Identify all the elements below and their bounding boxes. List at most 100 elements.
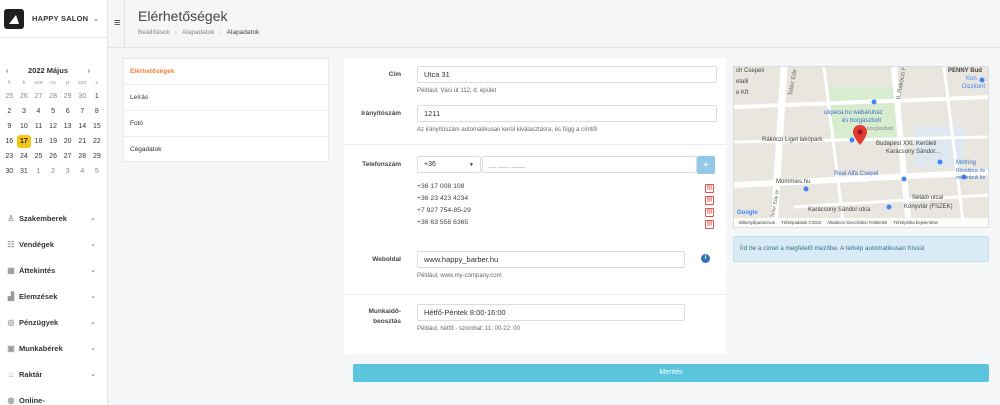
nav-item[interactable]: ◍ Online- [0,387,107,405]
chart-icon: ▟ [7,291,15,301]
calendar-day[interactable]: 7 [75,105,90,118]
calendar-day[interactable]: 9 [2,120,17,133]
calendar-day[interactable]: 5 [90,165,105,178]
calendar-day[interactable]: 29 [90,150,105,163]
calendar-day[interactable]: 6 [60,105,75,118]
hours-label-line1: Munkaidő- [368,308,402,315]
breadcrumb-separator-icon: › [219,29,222,36]
calendar-day[interactable]: 13 [60,120,75,133]
delete-phone-icon[interactable]: ▤ [705,196,714,205]
nav-item[interactable]: ▣ Munkabérek ⌄ [0,335,107,361]
delete-phone-icon[interactable]: ▤ [705,208,714,217]
calendar-day[interactable]: 1 [31,165,46,178]
chevron-down-icon: ⌄ [90,293,96,300]
map[interactable]: ch Csepeli etalli e Kft Teller Ede út II… [733,66,989,228]
calendar-day[interactable]: 29 [60,90,75,103]
wallet-icon: ▣ [7,343,15,353]
weekday-label: p [66,80,70,86]
weekday-label: h [7,80,11,86]
calendar-day[interactable]: 1 [90,90,105,103]
calendar-day[interactable]: 30 [75,90,90,103]
calendar-day[interactable]: 5 [46,105,61,118]
map-footer-link[interactable]: Térképhiba bejelentése [893,220,938,225]
menu-item-description[interactable]: Leírás [124,85,328,111]
calendar-day[interactable]: 23 [2,150,17,163]
calendar-day[interactable]: 24 [17,150,32,163]
calendar-day[interactable]: 22 [90,135,105,148]
calendar-day[interactable]: 14 [75,120,90,133]
divider [124,0,125,48]
map-label: borgászbolt [867,126,893,132]
phone-input[interactable]: __ ___ ____ [482,156,697,173]
breadcrumb-item[interactable]: Beállítások [138,29,170,36]
address-label: Cím [388,71,401,78]
calendar-day[interactable]: 30 [2,165,17,178]
delete-phone-icon[interactable]: ▤ [705,184,714,193]
breadcrumb-separator-icon: › [174,29,177,36]
zip-input[interactable]: 1211 [417,105,717,122]
address-input[interactable]: Utca 31 [417,66,717,83]
calendar-day[interactable]: 16 [2,135,17,148]
phone-label: Telefonszám [362,161,401,168]
map-label: Motring [956,160,977,166]
menu-item-contacts[interactable]: Elérhetőségek [124,59,328,85]
calendar-day[interactable]: 25 [31,150,46,163]
calendar-day[interactable]: 10 [17,120,32,133]
nav-item[interactable]: ♙ Szakemberek ⌄ [0,205,107,231]
info-icon[interactable]: i [701,254,710,263]
calendar-day[interactable]: 11 [31,120,46,133]
calendar-day[interactable]: 12 [46,120,61,133]
calendar-day[interactable]: 19 [46,135,61,148]
website-help: Például, www.my-company.com [417,273,502,279]
save-button[interactable]: Mentés [353,364,989,382]
map-label: méteráruk bo [956,175,986,181]
calendar-day[interactable]: 4 [31,105,46,118]
breadcrumb-item[interactable]: Alapadatok [182,29,215,36]
map-info-alert: Írd be a címet a megfelelő mezőbe. A tér… [733,236,989,262]
calendar-day[interactable]: 26 [17,90,32,103]
calendar-day[interactable]: 28 [46,90,61,103]
calendar-day[interactable]: 15 [90,120,105,133]
calendar-day[interactable]: 26 [46,150,61,163]
calendar-day[interactable]: 27 [60,150,75,163]
calendar-day[interactable]: 8 [90,105,105,118]
map-footer-link[interactable]: Általános Szerződési Feltételek [827,220,887,225]
chevron-down-icon: ⌄ [90,267,96,274]
calendar-day[interactable]: 3 [60,165,75,178]
map-label: Karácsony Sándor utca [808,207,871,213]
brand-switcher[interactable]: HAPPY SALON ⌄ [0,0,107,38]
calendar-day[interactable]: 28 [75,150,90,163]
calendar-next-button[interactable]: › [88,66,91,75]
hours-input[interactable]: Hétfő-Péntek 8:00-16:00 [417,304,685,321]
nav-item[interactable]: ▦ Áttekintés ⌄ [0,257,107,283]
nav-item[interactable]: ◎ Pénzügyek ⌄ [0,309,107,335]
calendar-day[interactable]: 27 [31,90,46,103]
calendar-day[interactable]: 18 [31,135,46,148]
map-footer-link[interactable]: Billentyűparancsok [739,220,775,225]
calendar-prev-button[interactable]: ‹ [6,66,9,75]
delete-phone-icon[interactable]: ▤ [705,220,714,229]
nav-item[interactable]: ☷ Vendégek ⌄ [0,231,107,257]
chevron-down-icon: ⌄ [90,241,96,248]
country-code-select[interactable]: +36 ▼ [417,156,481,173]
calendar-day[interactable]: 31 [17,165,32,178]
add-phone-button[interactable]: + [697,156,715,174]
menu-item-photo[interactable]: Fotó [124,111,328,137]
hamburger-menu-icon[interactable]: ≡ [114,17,120,29]
nav-item[interactable]: ⌂ Raktár ⌄ [0,361,107,387]
calendar-day[interactable]: 25 [2,90,17,103]
map-label: Rövidárus és [956,168,986,174]
breadcrumb-current: Alapadatok [226,29,260,36]
menu-item-company-data[interactable]: Cégadatok [124,137,328,163]
calendar-day[interactable]: 21 [75,135,90,148]
calendar-day[interactable]: 20 [60,135,75,148]
calendar-day[interactable]: 4 [75,165,90,178]
calendar-day[interactable]: 3 [17,105,32,118]
calendar-day[interactable]: 2 [2,105,17,118]
calendar-day[interactable]: 17 [16,135,32,148]
nav-item[interactable]: ▟ Elemzések ⌄ [0,283,107,309]
map-label: Budapest XXI. Kerületi [876,141,937,147]
map-label: Teller Ede út [788,66,800,97]
website-input[interactable]: www.happy_barber.hu [417,251,685,268]
calendar-day[interactable]: 2 [46,165,61,178]
